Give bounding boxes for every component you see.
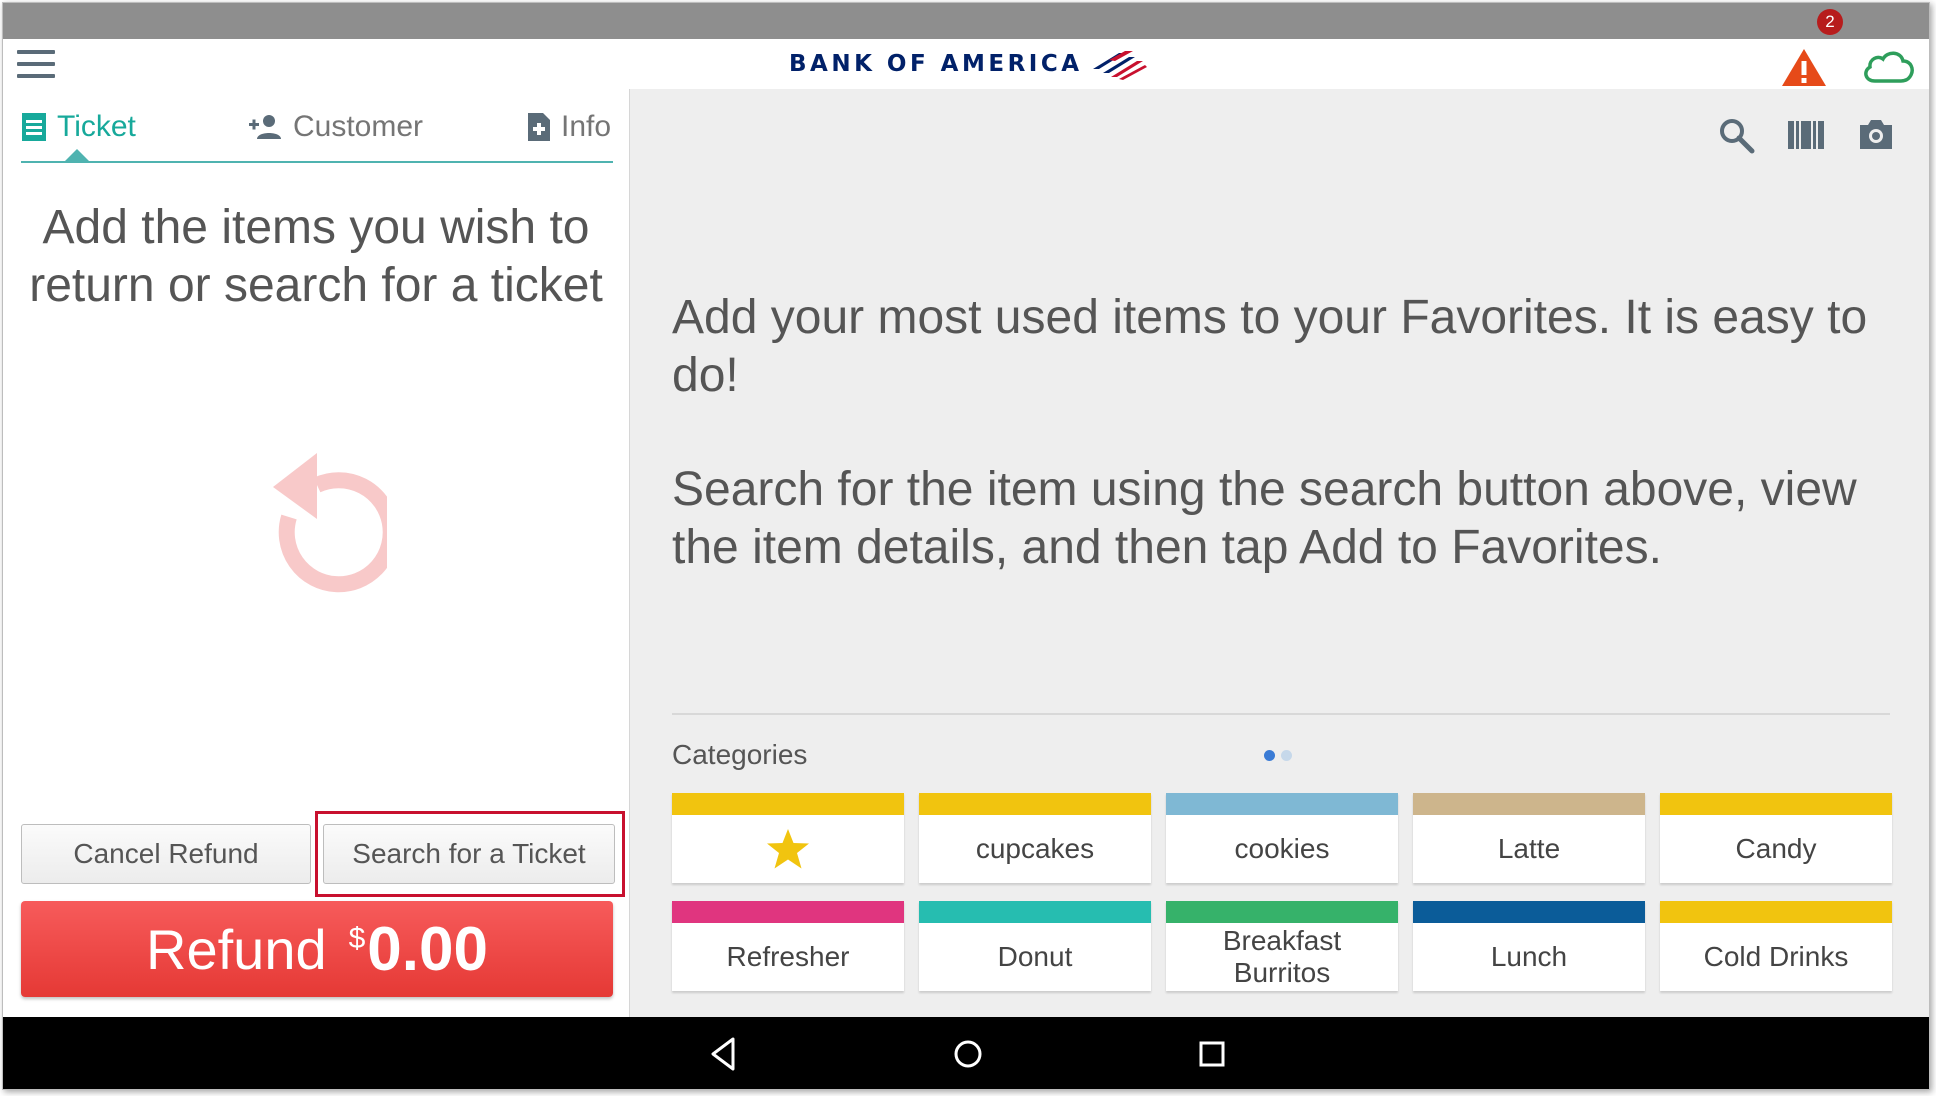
category-color-bar bbox=[1660, 901, 1892, 923]
category-color-bar bbox=[1660, 793, 1892, 815]
return-arrow-icon bbox=[273, 453, 387, 593]
category-color-bar bbox=[1413, 793, 1645, 815]
category-cupcakes[interactable]: cupcakes bbox=[919, 793, 1151, 883]
category-cold-drinks[interactable]: Cold Drinks bbox=[1660, 901, 1892, 991]
category-color-bar bbox=[1166, 793, 1398, 815]
section-divider bbox=[672, 713, 1890, 715]
android-nav-bar bbox=[3, 1017, 1929, 1089]
category-label: cookies bbox=[1234, 833, 1330, 864]
category-donut[interactable]: Donut bbox=[919, 901, 1151, 991]
search-icon[interactable] bbox=[1716, 115, 1756, 155]
category-breakfast-burritos[interactable]: Breakfast Burritos bbox=[1166, 901, 1398, 991]
tab-info-label: Info bbox=[561, 110, 612, 143]
category-latte[interactable]: Latte bbox=[1413, 793, 1645, 883]
active-tab-indicator bbox=[65, 149, 89, 161]
top-app-bar: BANK OF AMERICA 2 bbox=[3, 9, 1929, 90]
return-instructions: Add the items you wish to return or sear… bbox=[29, 201, 603, 312]
add-person-icon bbox=[249, 115, 281, 139]
cloud-sync-icon[interactable] bbox=[1861, 49, 1915, 85]
tab-info[interactable]: Info bbox=[527, 109, 611, 145]
refund-button[interactable]: Refund $0.00 bbox=[21, 901, 613, 997]
app-window: BANK OF AMERICA 2 Ticket Customer Info A… bbox=[2, 2, 1930, 1090]
category-lunch[interactable]: Lunch bbox=[1413, 901, 1645, 991]
hamburger-menu-icon[interactable] bbox=[17, 39, 59, 89]
alert-count-badge: 2 bbox=[1817, 9, 1843, 35]
category-candy[interactable]: Candy bbox=[1660, 793, 1892, 883]
page-indicator bbox=[1264, 750, 1292, 761]
tab-customer[interactable]: Customer bbox=[247, 109, 423, 145]
alert-warning-icon[interactable] bbox=[1781, 47, 1827, 87]
category-label: Donut bbox=[997, 941, 1073, 972]
refund-value: 0.00 bbox=[367, 914, 488, 984]
category-label: Lunch bbox=[1490, 941, 1568, 972]
category-label: Breakfast Burritos bbox=[1222, 925, 1342, 988]
favorites-hint: Add your most used items to your Favorit… bbox=[672, 291, 1868, 402]
category-color-bar bbox=[919, 901, 1151, 923]
tab-ticket[interactable]: Ticket bbox=[21, 109, 136, 145]
ticket-icon bbox=[22, 113, 46, 141]
camera-icon[interactable] bbox=[1856, 115, 1896, 155]
favorites-panel: Add your most used items to your Favorit… bbox=[630, 89, 1929, 1017]
category-color-bar bbox=[1413, 901, 1645, 923]
cancel-refund-button[interactable]: Cancel Refund bbox=[21, 824, 311, 884]
category-favorites[interactable] bbox=[672, 793, 904, 883]
category-label: Latte bbox=[1497, 833, 1561, 864]
ticket-tabs: Ticket Customer Info bbox=[21, 89, 613, 163]
category-color-bar bbox=[672, 793, 904, 815]
category-label: Refresher bbox=[726, 941, 850, 972]
category-refresher[interactable]: Refresher bbox=[672, 901, 904, 991]
favorites-search-hint: Search for the item using the search but… bbox=[672, 463, 1857, 574]
refund-amount: $0.00 bbox=[349, 914, 488, 985]
tab-customer-label: Customer bbox=[293, 110, 424, 143]
star-icon bbox=[767, 829, 809, 869]
logo-text: BANK OF AMERICA bbox=[789, 51, 1083, 77]
category-label: Candy bbox=[1735, 833, 1817, 864]
category-color-bar bbox=[672, 901, 904, 923]
ticket-panel: Ticket Customer Info Add the items you w… bbox=[3, 89, 630, 1017]
category-label: cupcakes bbox=[975, 833, 1095, 864]
refund-label: Refund bbox=[146, 917, 327, 981]
page-dot-2[interactable] bbox=[1281, 750, 1292, 761]
category-color-bar bbox=[919, 793, 1151, 815]
bank-of-america-logo: BANK OF AMERICA bbox=[789, 39, 1147, 89]
status-bar bbox=[3, 3, 1929, 39]
refund-currency: $ bbox=[348, 921, 366, 955]
home-icon[interactable] bbox=[947, 1033, 989, 1075]
category-cookies[interactable]: cookies bbox=[1166, 793, 1398, 883]
tab-ticket-label: Ticket bbox=[57, 110, 136, 143]
category-color-bar bbox=[1166, 901, 1398, 923]
search-ticket-button[interactable]: Search for a Ticket bbox=[323, 824, 615, 884]
back-icon[interactable] bbox=[703, 1033, 745, 1075]
category-label: Cold Drinks bbox=[1703, 941, 1849, 972]
page-dot-1[interactable] bbox=[1264, 750, 1275, 761]
recents-icon[interactable] bbox=[1191, 1033, 1233, 1075]
add-document-icon bbox=[528, 113, 550, 141]
flag-logo-icon bbox=[1092, 51, 1147, 80]
barcode-icon[interactable] bbox=[1786, 115, 1826, 155]
categories-title: Categories bbox=[672, 739, 808, 770]
